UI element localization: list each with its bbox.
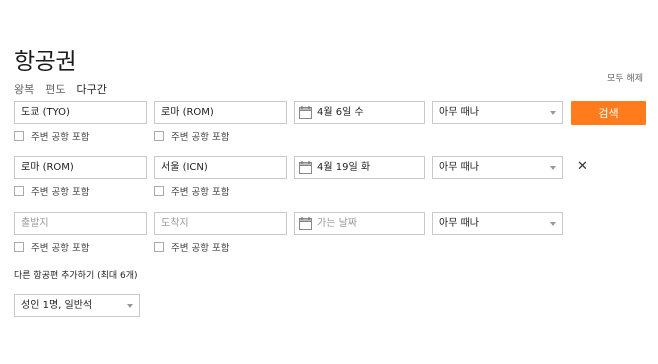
flight3-origin-input[interactable]: 출발지 xyxy=(14,212,147,235)
flight2-origin-nearby[interactable]: 주변 공항 포함 xyxy=(14,184,89,198)
flight3-destination-input[interactable]: 도착지 xyxy=(154,212,287,235)
flight1-date-value: 4월 6일 수 xyxy=(317,107,364,118)
clear-all-link[interactable]: 모두 해제 xyxy=(607,71,643,84)
flight1-origin-input[interactable]: 도쿄 (TYO) xyxy=(14,101,147,124)
tab-one-way[interactable]: 편도 xyxy=(45,81,65,97)
checkbox[interactable] xyxy=(154,186,164,196)
chevron-down-icon xyxy=(550,166,556,170)
flight3-date-input[interactable]: 가는 날짜 xyxy=(294,212,425,235)
flight3-destination-nearby[interactable]: 주변 공항 포함 xyxy=(154,240,229,254)
remove-flight-button[interactable]: ✕ xyxy=(577,160,588,173)
flight2-date-input[interactable]: 4월 19일 화 xyxy=(294,156,425,179)
checkbox[interactable] xyxy=(14,186,24,196)
flight3-origin-nearby[interactable]: 주변 공항 포함 xyxy=(14,240,89,254)
chevron-down-icon xyxy=(127,304,133,308)
checkbox-label: 주변 공항 포함 xyxy=(31,187,90,198)
checkbox[interactable] xyxy=(154,131,164,141)
flight3-time-select[interactable]: 아무 때나 xyxy=(432,212,563,235)
flight1-date-input[interactable]: 4월 6일 수 xyxy=(294,101,425,124)
checkbox[interactable] xyxy=(154,242,164,252)
flight2-destination-nearby[interactable]: 주변 공항 포함 xyxy=(154,184,229,198)
tab-multi-city[interactable]: 다구간 xyxy=(77,81,107,97)
flight1-destination-input[interactable]: 로마 (ROM) xyxy=(154,101,287,124)
chevron-down-icon xyxy=(550,111,556,115)
add-flight-link[interactable]: 다른 항공편 추가하기 (최대 6개) xyxy=(14,268,138,281)
flight2-origin-input[interactable]: 로마 (ROM) xyxy=(14,156,147,179)
flight1-destination-nearby[interactable]: 주변 공항 포함 xyxy=(154,129,229,143)
flight3-date-placeholder: 가는 날짜 xyxy=(317,218,357,229)
flight2-date-value: 4월 19일 화 xyxy=(317,162,371,173)
flight3-time-value: 아무 때나 xyxy=(439,218,479,229)
checkbox-label: 주변 공항 포함 xyxy=(31,132,90,143)
checkbox[interactable] xyxy=(14,242,24,252)
travelers-value: 성인 1명, 일반석 xyxy=(21,300,93,311)
flight2-time-select[interactable]: 아무 때나 xyxy=(432,156,563,179)
trip-type-tabs: 왕복 편도 다구간 xyxy=(14,81,107,97)
flight2-destination-input[interactable]: 서울 (ICN) xyxy=(154,156,287,179)
checkbox-label: 주변 공항 포함 xyxy=(171,187,230,198)
travelers-cabin-select[interactable]: 성인 1명, 일반석 xyxy=(14,294,140,317)
checkbox-label: 주변 공항 포함 xyxy=(171,243,230,254)
calendar-icon xyxy=(299,161,312,174)
page-title: 항공권 xyxy=(14,49,76,75)
flight2-time-value: 아무 때나 xyxy=(439,162,479,173)
checkbox-label: 주변 공항 포함 xyxy=(31,243,90,254)
checkbox-label: 주변 공항 포함 xyxy=(171,132,230,143)
checkbox[interactable] xyxy=(14,131,24,141)
calendar-icon xyxy=(299,217,312,230)
flight1-time-select[interactable]: 아무 때나 xyxy=(432,101,563,124)
search-button[interactable]: 검색 xyxy=(571,101,646,125)
flight1-origin-nearby[interactable]: 주변 공항 포함 xyxy=(14,129,89,143)
flight1-time-value: 아무 때나 xyxy=(439,107,479,118)
tab-round-trip[interactable]: 왕복 xyxy=(14,81,34,97)
calendar-icon xyxy=(299,106,312,119)
chevron-down-icon xyxy=(550,222,556,226)
